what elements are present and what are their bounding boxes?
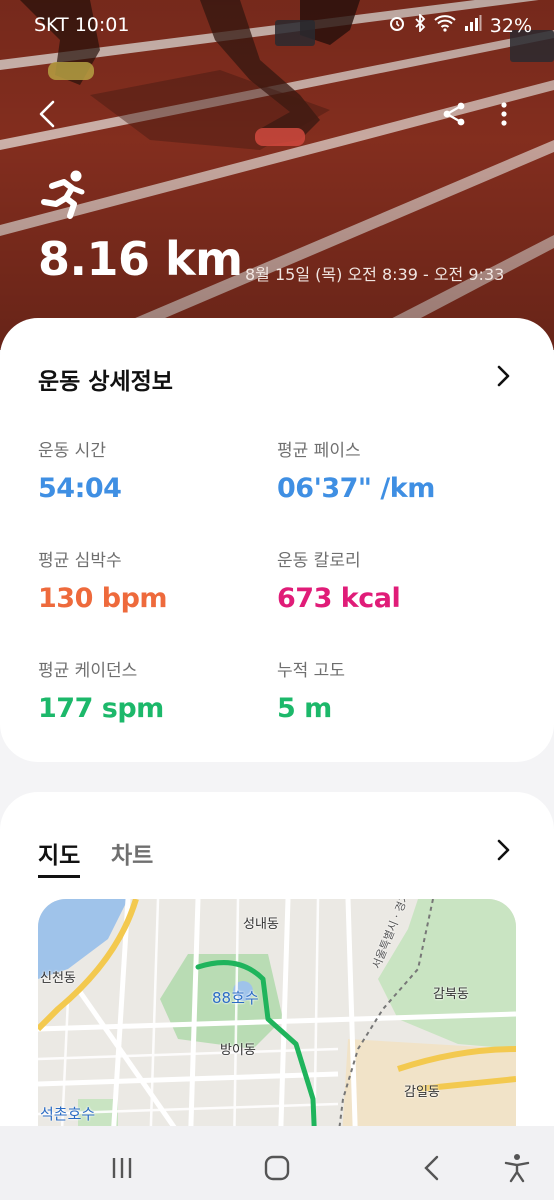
system-navigation-bar [0, 1126, 554, 1200]
home-button[interactable] [257, 1148, 297, 1188]
map-label-gamil: 감일동 [404, 1085, 440, 1100]
metric-value: 54:04 [38, 473, 122, 504]
details-title: 운동 상세정보 [38, 369, 173, 395]
map-label-bangi: 방이동 [220, 1043, 256, 1058]
tab-chart[interactable]: 차트 [111, 836, 153, 870]
tab-map[interactable]: 지도 [38, 836, 81, 878]
more-vertical-icon [501, 102, 507, 126]
map-label-gambuk: 감북동 [433, 987, 469, 1002]
metric-label: 누적 고도 [277, 661, 345, 681]
workout-details-card[interactable]: 운동 상세정보 운동 시간 54:04 평균 페이스 06'37" /km 평균… [0, 318, 554, 762]
share-icon [443, 102, 465, 126]
workout-time-range: 8월 15일 (목) 오전 8:39 - 오전 9:33 [245, 265, 505, 284]
metric-label: 평균 케이던스 [38, 661, 138, 681]
map-label-seokchon: 석촌호수 [40, 1105, 96, 1123]
recent-apps-icon [112, 1158, 132, 1178]
accessibility-button[interactable] [497, 1148, 537, 1188]
metric-avg-pace: 평균 페이스 06'37" /km [277, 436, 435, 504]
metric-duration: 운동 시간 54:04 [38, 436, 122, 504]
hero-banner: SKT 10:01 32% 8.16 km 8월 15일 (목) 오전 8:39… [0, 0, 554, 350]
chevron-right-icon [497, 839, 510, 861]
metric-value: 5 m [277, 693, 332, 724]
chevron-right-icon [497, 365, 510, 387]
bluetooth-icon [414, 12, 426, 37]
metric-label: 평균 페이스 [277, 441, 361, 461]
back-button[interactable] [26, 92, 70, 136]
home-icon [264, 1155, 290, 1181]
chevron-left-icon [39, 100, 55, 128]
status-carrier-time: SKT 10:01 [34, 14, 130, 36]
metric-label: 운동 칼로리 [277, 551, 361, 571]
system-back-button[interactable] [412, 1148, 452, 1188]
metric-value: 673 kcal [277, 583, 401, 614]
recent-apps-button[interactable] [102, 1148, 142, 1188]
alarm-icon [388, 14, 406, 37]
metric-calories: 운동 칼로리 673 kcal [277, 546, 401, 614]
map-label-seongnae: 성내동 [243, 917, 279, 932]
more-options-button[interactable] [482, 92, 526, 136]
accessibility-icon [504, 1154, 530, 1183]
status-bar: SKT 10:01 32% [0, 10, 554, 44]
signal-icon [464, 14, 482, 37]
metric-value: 06'37" /km [277, 473, 435, 504]
back-icon [424, 1155, 439, 1181]
total-distance: 8.16 km [38, 232, 243, 286]
metric-value: 130 bpm [38, 583, 168, 614]
wifi-icon [434, 14, 456, 37]
metric-elevation-gain: 누적 고도 5 m [277, 656, 345, 724]
map-label-sincheon: 신천동 [40, 971, 76, 986]
status-icons: 32% [388, 12, 532, 37]
map-label-lake88: 88호수 [212, 989, 259, 1007]
map-more-button[interactable] [490, 837, 516, 863]
battery-level: 32% [489, 14, 532, 37]
metric-value: 177 spm [38, 693, 164, 724]
metric-label: 평균 심박수 [38, 551, 122, 571]
details-more-button[interactable] [490, 363, 516, 389]
running-icon [38, 168, 90, 224]
metric-label: 운동 시간 [38, 441, 106, 461]
metric-avg-cadence: 평균 케이던스 177 spm [38, 656, 164, 724]
share-button[interactable] [432, 92, 476, 136]
metric-avg-heart-rate: 평균 심박수 130 bpm [38, 546, 168, 614]
